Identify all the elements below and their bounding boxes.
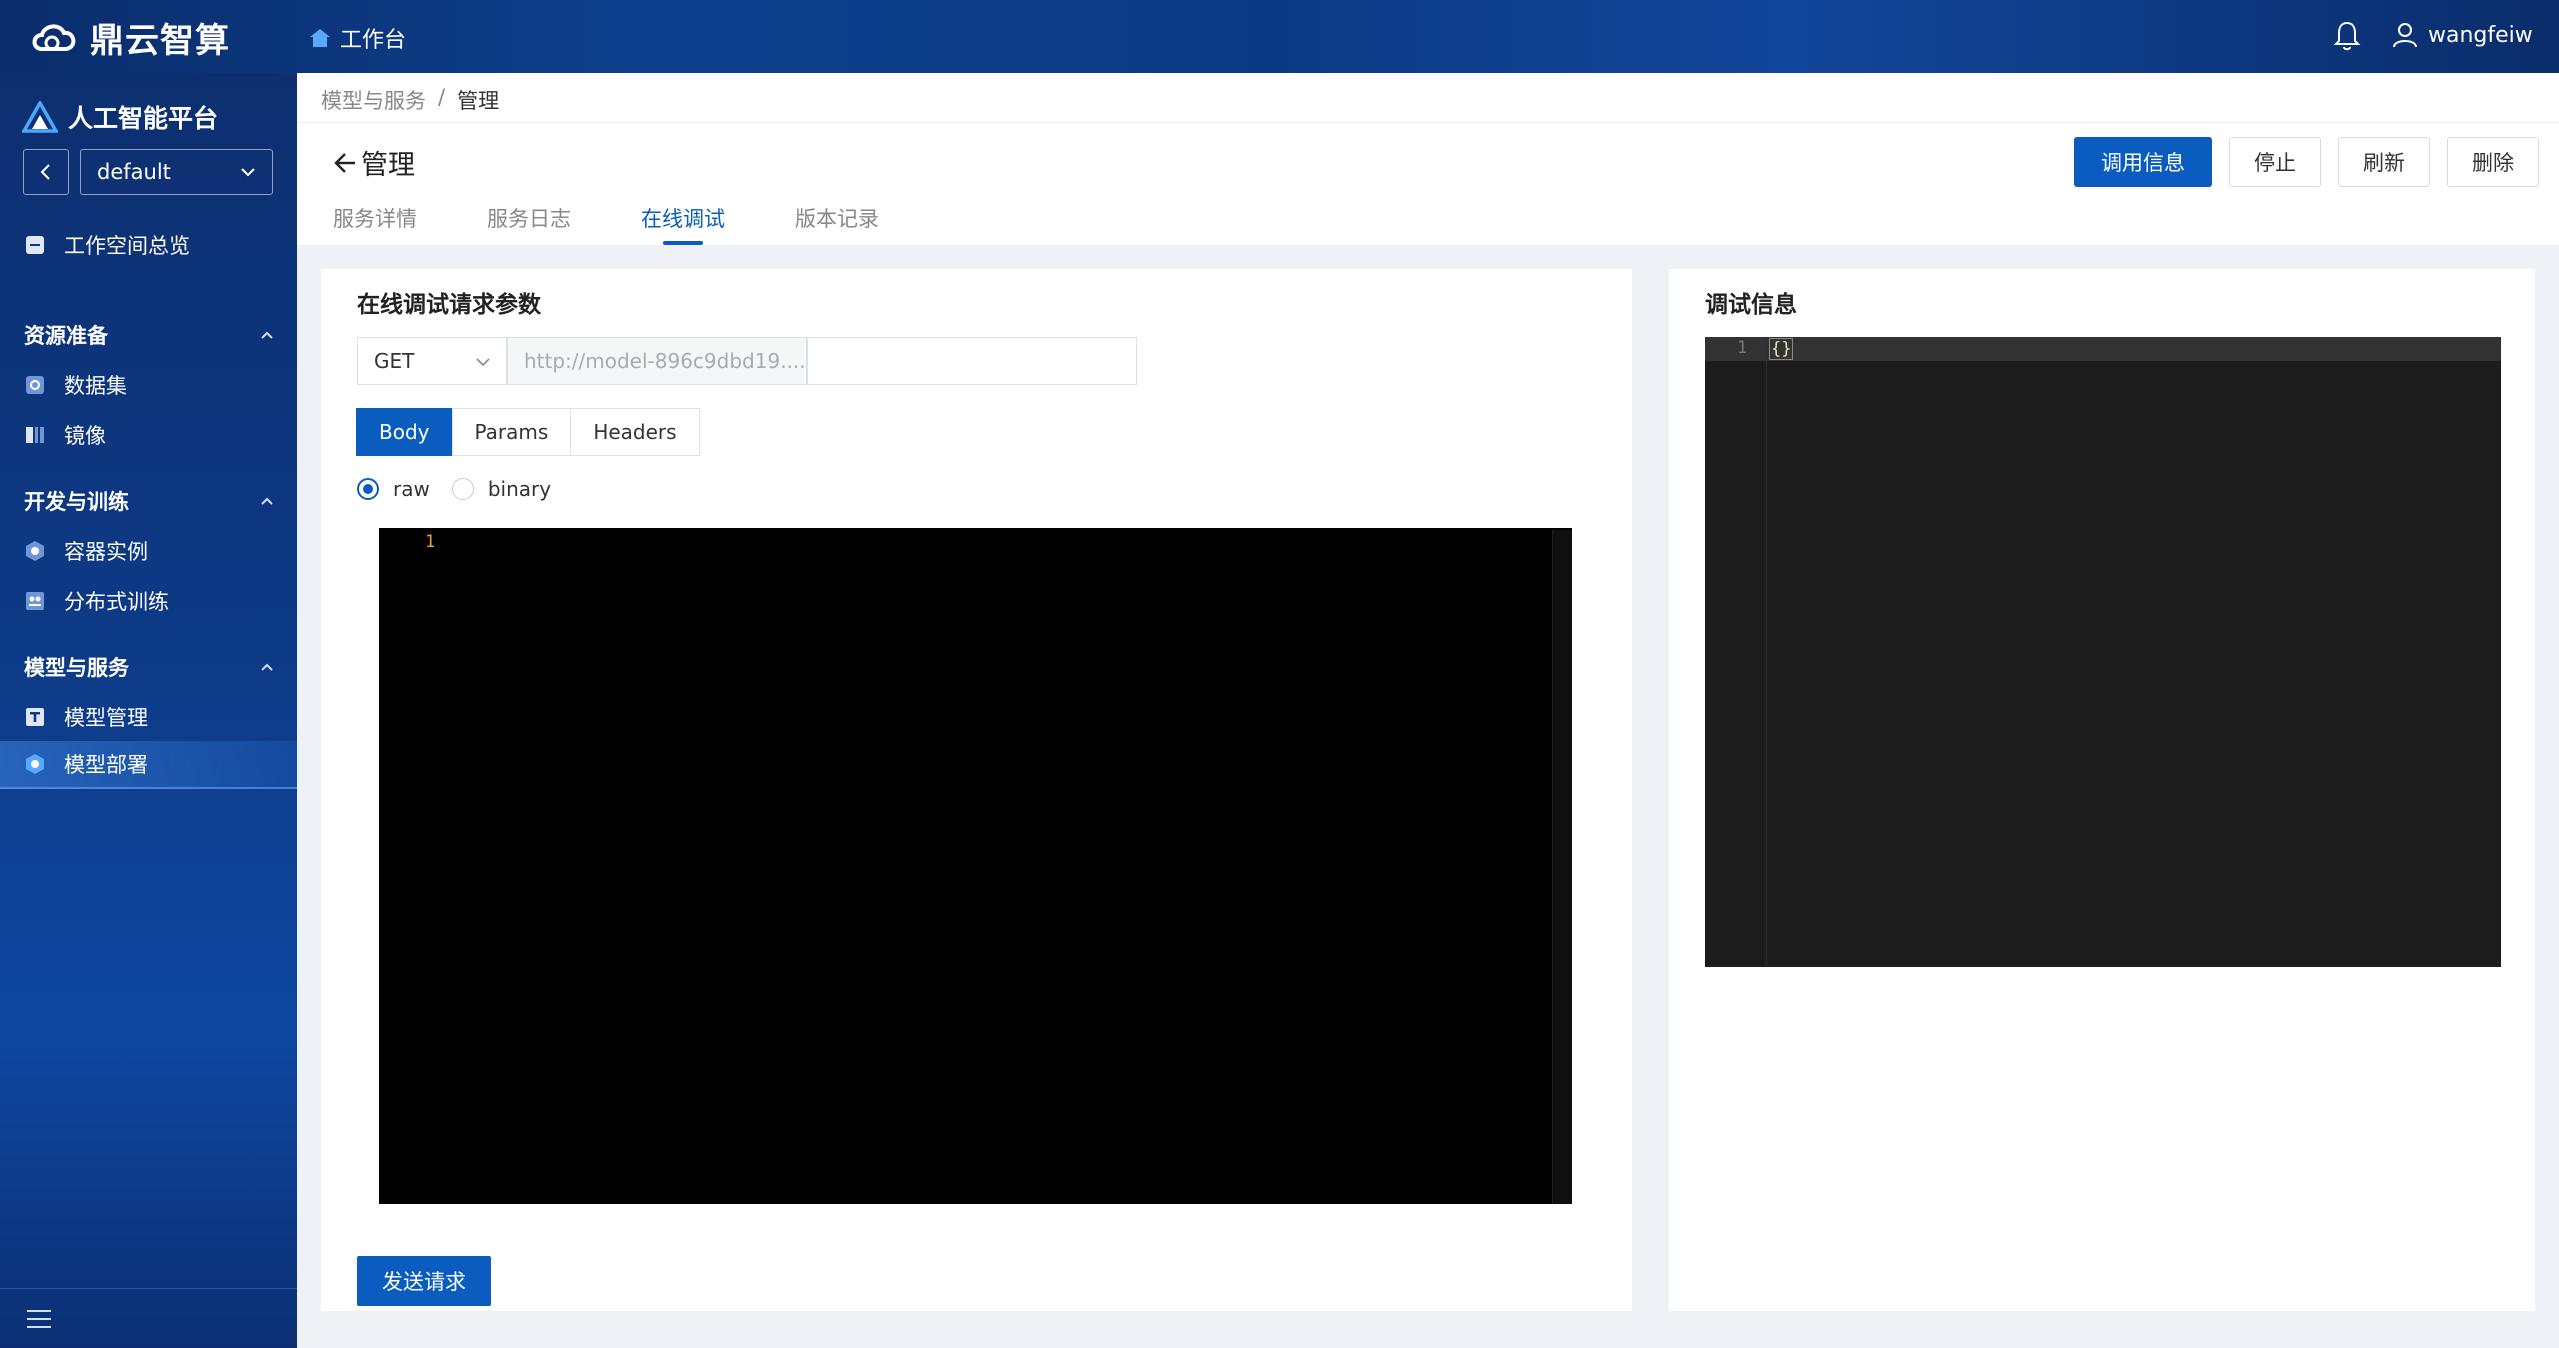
request-panel: 在线调试请求参数 GET http://model-896c9dbd19....… xyxy=(321,269,1632,1311)
sidebar-item-distributed[interactable]: 分布式训练 xyxy=(0,577,297,625)
radio-raw-label[interactable]: raw xyxy=(393,477,430,501)
delete-button[interactable]: 删除 xyxy=(2447,137,2539,187)
user-menu[interactable]: wangfeiw xyxy=(2392,22,2533,48)
request-body-editor[interactable]: 1 xyxy=(379,528,1572,1204)
line-number: 1 xyxy=(425,532,436,552)
sidebar-item-overview[interactable]: 工作空间总览 xyxy=(0,221,297,269)
active-line-highlight xyxy=(1705,337,2501,361)
chevron-left-icon xyxy=(40,164,50,180)
home-icon xyxy=(310,29,330,47)
workbench-label: 工作台 xyxy=(340,28,407,53)
page-header: 管理 调用信息 停止 刷新 删除 服务详情 服务日志 在线调试 版本记录 xyxy=(297,123,2559,245)
container-icon xyxy=(26,541,44,561)
radio-binary-label[interactable]: binary xyxy=(488,477,551,501)
chevron-up-icon xyxy=(261,497,273,505)
send-request-button[interactable]: 发送请求 xyxy=(357,1256,491,1306)
overview-icon xyxy=(26,236,44,254)
tab-service-detail[interactable]: 服务详情 xyxy=(333,203,417,245)
line-number: 1 xyxy=(1737,338,1748,358)
stop-button[interactable]: 停止 xyxy=(2229,137,2321,187)
tab-bar: 服务详情 服务日志 在线调试 版本记录 xyxy=(333,203,879,245)
body-tabs: Body Params Headers xyxy=(356,408,700,456)
breadcrumb-bar: 模型与服务 / 管理 xyxy=(297,73,2559,123)
back-title[interactable]: 管理 xyxy=(331,143,415,182)
breadcrumb: 模型与服务 / 管理 xyxy=(321,85,499,115)
brand-name: 鼎云智算 xyxy=(90,20,230,61)
url-field[interactable]: http://model-896c9dbd19.... xyxy=(507,337,807,385)
editor-gutter xyxy=(1705,337,1767,967)
editor-scrollbar[interactable] xyxy=(1552,530,1572,1204)
debug-output-editor[interactable]: 1 {} xyxy=(1705,337,2501,967)
radio-raw[interactable] xyxy=(357,478,379,500)
refresh-button[interactable]: 刷新 xyxy=(2338,137,2430,187)
breadcrumb-current: 管理 xyxy=(457,89,500,113)
output-content: {} xyxy=(1769,338,1794,360)
mirror-icon xyxy=(26,427,44,443)
workspace-select[interactable]: default xyxy=(80,149,273,195)
chevron-up-icon xyxy=(261,663,273,671)
tab-headers[interactable]: Headers xyxy=(570,408,700,456)
tab-service-log[interactable]: 服务日志 xyxy=(487,203,571,245)
breadcrumb-item[interactable]: 模型与服务 xyxy=(321,85,426,115)
chevron-up-icon xyxy=(261,331,273,339)
invoke-info-button[interactable]: 调用信息 xyxy=(2074,137,2212,187)
menu-icon[interactable] xyxy=(26,1307,52,1331)
sidebar-item-model-manage[interactable]: 模型管理 xyxy=(0,693,297,741)
arrow-left-icon xyxy=(334,152,355,173)
sidebar-item-dataset[interactable]: 数据集 xyxy=(0,361,297,409)
chevron-down-icon xyxy=(476,358,490,367)
radio-binary[interactable] xyxy=(451,478,474,500)
sidebar-item-container[interactable]: 容器实例 xyxy=(0,527,297,575)
path-input[interactable] xyxy=(807,337,1137,385)
action-group: 调用信息 停止 刷新 删除 xyxy=(2074,137,2539,187)
section-resource[interactable]: 资源准备 xyxy=(0,315,297,355)
debug-panel-title: 调试信息 xyxy=(1705,292,1797,318)
brand[interactable]: 鼎云智算 xyxy=(28,14,230,61)
sidebar-footer xyxy=(0,1288,297,1348)
tab-body[interactable]: Body xyxy=(356,408,453,456)
username: wangfeiw xyxy=(2428,22,2533,48)
tab-params[interactable]: Params xyxy=(451,408,572,456)
workbench-link[interactable]: 工作台 xyxy=(308,22,406,54)
model-manage-icon xyxy=(26,708,44,726)
cloud-logo-icon xyxy=(32,24,76,51)
section-model[interactable]: 模型与服务 xyxy=(0,647,297,687)
workspace-back-button[interactable] xyxy=(23,149,69,195)
tab-online-debug[interactable]: 在线调试 xyxy=(641,203,725,245)
platform-title: 人工智能平台 xyxy=(22,99,218,135)
page-title: 管理 xyxy=(361,150,415,181)
breadcrumb-separator: / xyxy=(438,85,446,109)
distributed-icon xyxy=(26,592,44,610)
sidebar-item-image[interactable]: 镜像 xyxy=(0,411,297,459)
chevron-down-icon xyxy=(241,168,255,177)
model-deploy-icon xyxy=(26,754,44,774)
user-icon xyxy=(2393,23,2417,48)
tab-version-history[interactable]: 版本记录 xyxy=(795,203,879,245)
request-panel-title: 在线调试请求参数 xyxy=(357,292,541,318)
dataset-icon xyxy=(26,376,44,394)
bell-icon[interactable] xyxy=(2332,20,2362,52)
top-header: 鼎云智算 工作台 wangfeiw xyxy=(0,0,2559,73)
section-develop[interactable]: 开发与训练 xyxy=(0,481,297,521)
platform-logo-icon xyxy=(22,101,58,133)
body-format-radios: raw binary xyxy=(357,477,551,501)
method-select[interactable]: GET xyxy=(357,337,507,385)
sidebar-item-model-deploy[interactable]: 模型部署 xyxy=(0,741,297,789)
sidebar: 人工智能平台 default 工作空间总览 资源准备 数据集 镜像 开发与训练 … xyxy=(0,73,297,1348)
debug-panel: 调试信息 1 {} xyxy=(1669,269,2535,1311)
